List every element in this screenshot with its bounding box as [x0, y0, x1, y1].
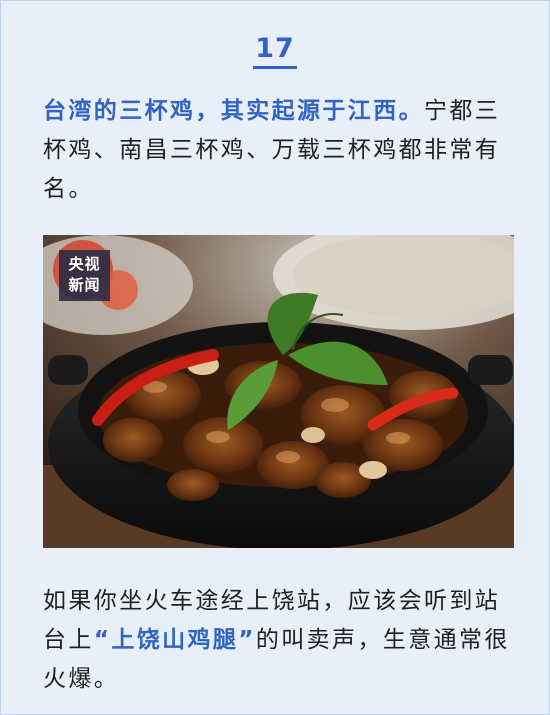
item-number: 17 — [0, 34, 550, 69]
cctv-news-logo: 央视 新闻 — [59, 250, 110, 301]
logo-line2: 新闻 — [68, 276, 101, 294]
paragraph-intro-highlight: 台湾的三杯鸡，其实起源于江西。 — [43, 98, 424, 124]
logo-line1: 央视 — [68, 255, 101, 273]
dish-photo-illustration — [43, 235, 514, 548]
paragraph-shangrao: 如果你坐火车途经上饶站，应该会听到站台上“上饶山鸡腿”的叫卖声，生意通常很火爆。 — [43, 582, 515, 699]
paragraph-intro: 台湾的三杯鸡，其实起源于江西。宁都三杯鸡、南昌三杯鸡、万载三杯鸡都非常有名。 — [43, 92, 515, 209]
paragraph-shangrao-highlight: “上饶山鸡腿” — [93, 627, 256, 653]
item-number-label: 17 — [253, 34, 297, 69]
dish-photo: 央视 新闻 — [43, 235, 514, 548]
